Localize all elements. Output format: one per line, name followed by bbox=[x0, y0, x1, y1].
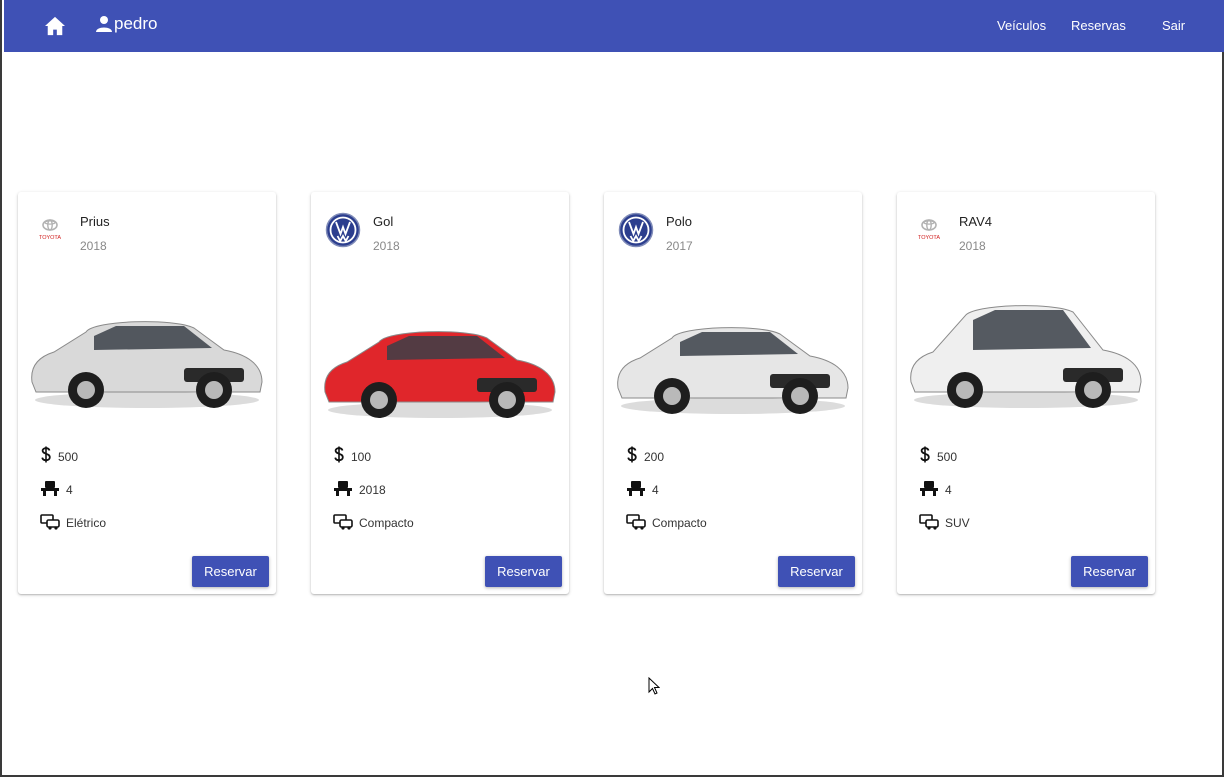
car-type-icon bbox=[40, 514, 60, 530]
car-photo bbox=[31, 321, 263, 408]
car-year: 2017 bbox=[666, 239, 693, 253]
car-type-icon bbox=[919, 514, 939, 530]
car-name: Polo bbox=[666, 214, 693, 229]
seats-row: 4 bbox=[919, 480, 952, 497]
vehicle-card: Polo 2017 200 4 Compacto Reservar bbox=[604, 192, 862, 594]
seats-value: 4 bbox=[652, 483, 659, 497]
mouse-cursor-icon bbox=[648, 677, 660, 695]
reserve-button[interactable]: Reservar bbox=[778, 556, 855, 587]
type-row: Compacto bbox=[333, 514, 414, 530]
car-type-icon bbox=[626, 514, 646, 530]
car-name: Gol bbox=[373, 214, 394, 229]
dollar-icon bbox=[334, 446, 344, 463]
type-value: SUV bbox=[945, 516, 970, 530]
seat-icon bbox=[334, 481, 352, 496]
reserve-button[interactable]: Reservar bbox=[1071, 556, 1148, 587]
type-value: Compacto bbox=[652, 516, 707, 530]
car-year: 2018 bbox=[959, 239, 986, 253]
type-value: Compacto bbox=[359, 516, 414, 530]
seats-value: 4 bbox=[66, 483, 73, 497]
seats-row: 4 bbox=[40, 480, 73, 497]
car-photo bbox=[910, 305, 1142, 408]
reserve-button[interactable]: Reservar bbox=[485, 556, 562, 587]
toyota-logo-icon: TOYOTA bbox=[39, 219, 61, 241]
dollar-icon bbox=[41, 446, 51, 463]
dollar-icon bbox=[920, 446, 930, 463]
car-photo bbox=[324, 331, 556, 418]
volkswagen-logo-icon bbox=[325, 212, 361, 248]
nav-vehicles[interactable]: Veículos bbox=[997, 18, 1046, 33]
seat-icon bbox=[41, 481, 59, 496]
price-row: 500 bbox=[40, 446, 78, 464]
top-app-bar: pedro Veículos Reservas Sair bbox=[4, 0, 1224, 52]
seats-row: 2018 bbox=[333, 480, 386, 497]
nav-reservations[interactable]: Reservas bbox=[1071, 18, 1126, 33]
car-type-icon bbox=[333, 514, 353, 530]
seats-value: 2018 bbox=[359, 483, 386, 497]
price-value: 500 bbox=[58, 450, 79, 464]
seats-value: 4 bbox=[945, 483, 952, 497]
reserve-button[interactable]: Reservar bbox=[192, 556, 269, 587]
car-year: 2018 bbox=[80, 239, 107, 253]
volkswagen-logo-icon bbox=[618, 212, 654, 248]
home-icon[interactable] bbox=[44, 16, 66, 36]
type-row: Elétrico bbox=[40, 514, 106, 530]
seat-icon bbox=[627, 481, 645, 496]
price-value: 100 bbox=[351, 450, 372, 464]
vehicle-card: TOYOTA Prius 2018 500 4 Elétrico Reserva… bbox=[18, 192, 276, 594]
nav-logout[interactable]: Sair bbox=[1162, 18, 1185, 33]
seats-row: 4 bbox=[626, 480, 659, 497]
vehicle-card: Gol 2018 100 2018 Compacto Reservar bbox=[311, 192, 569, 594]
person-icon bbox=[96, 16, 112, 32]
price-row: 200 bbox=[626, 446, 664, 464]
price-value: 500 bbox=[937, 450, 958, 464]
type-value: Elétrico bbox=[66, 516, 107, 530]
svg-text:TOYOTA: TOYOTA bbox=[918, 235, 940, 241]
price-row: 100 bbox=[333, 446, 371, 464]
type-row: Compacto bbox=[626, 514, 707, 530]
car-name: Prius bbox=[80, 214, 110, 229]
svg-text:TOYOTA: TOYOTA bbox=[39, 235, 61, 241]
user-profile-link[interactable]: pedro bbox=[96, 14, 157, 34]
username: pedro bbox=[114, 14, 158, 33]
car-photo bbox=[617, 327, 849, 414]
seat-icon bbox=[920, 481, 938, 496]
vehicle-card: TOYOTA RAV4 2018 500 4 SUV Reservar bbox=[897, 192, 1155, 594]
dollar-icon bbox=[627, 446, 637, 463]
price-value: 200 bbox=[644, 450, 665, 464]
car-year: 2018 bbox=[373, 239, 400, 253]
car-name: RAV4 bbox=[959, 214, 992, 229]
type-row: SUV bbox=[919, 514, 970, 530]
price-row: 500 bbox=[919, 446, 957, 464]
toyota-logo-icon: TOYOTA bbox=[918, 219, 940, 241]
